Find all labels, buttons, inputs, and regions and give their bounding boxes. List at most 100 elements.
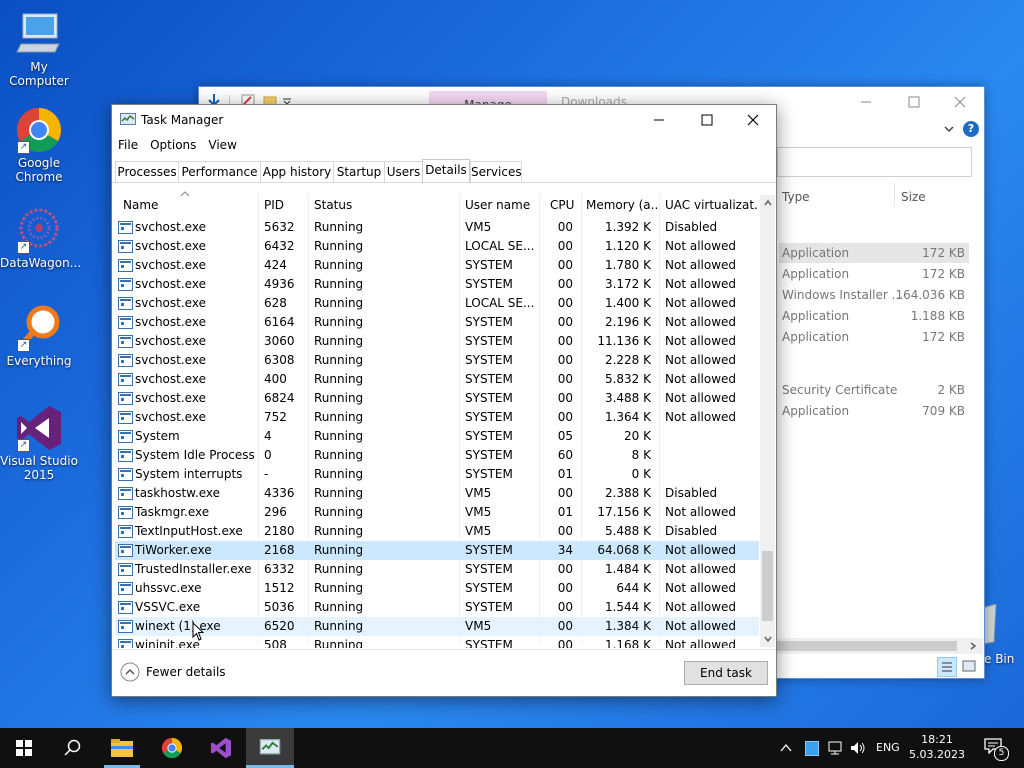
table-row[interactable]: svchost.exe 424 Running SYSTEM 00 1.780 K Not … [115,256,759,275]
list-item[interactable]: Application 172 KB [779,243,969,263]
table-row[interactable]: System interrupts - Running SYSTEM 01 0 K [115,465,759,484]
list-item[interactable]: Application 709 KB [779,401,969,421]
column-header-type[interactable]: Type [782,190,810,204]
language-indicator[interactable]: ENG [876,728,900,768]
table-row[interactable]: wininit.exe 508 Running SYSTEM 00 1.168 K Not … [115,636,759,648]
list-item[interactable]: Application 1.188 KB [779,306,969,326]
menu-options[interactable]: Options [144,135,202,155]
cell-uac: Disabled [665,220,718,234]
table-row[interactable]: TextInputHost.exe 2180 Running VM5 00 5.488 K… [115,522,759,541]
table-row[interactable]: svchost.exe 6308 Running SYSTEM 00 2.228 K Not… [115,351,759,370]
taskbar-task-manager[interactable] [246,728,294,768]
taskbar-file-explorer[interactable] [98,728,146,768]
cell-uac: Not allowed [665,239,737,253]
table-row[interactable]: TrustedInstaller.exe 6332 Running SYSTEM 00 1… [115,560,759,579]
help-icon[interactable]: ? [963,121,979,137]
tab-processes[interactable]: Processes [115,161,179,182]
table-row[interactable]: svchost.exe 4936 Running SYSTEM 00 3.172 K Not… [115,275,759,294]
clock[interactable]: 18:21 5.03.2023 [900,731,974,765]
process-icon [118,563,133,576]
search-input[interactable] [777,147,972,177]
tray-app-icon[interactable] [805,741,819,756]
column-header-pid[interactable]: PID [264,193,308,218]
titlebar[interactable]: Task Manager [112,105,776,135]
process-icon [118,278,133,291]
desktop-icon-my-computer[interactable]: My Computer [0,10,78,88]
close-icon[interactable] [746,113,760,127]
minimize-icon[interactable] [652,113,666,127]
column-header-memory[interactable]: Memory (a... [586,193,658,218]
column-header-status[interactable]: Status [314,193,454,218]
table-row[interactable]: svchost.exe 3060 Running SYSTEM 00 11.136 K No… [115,332,759,351]
shortcut-arrow-icon: ↗ [17,339,30,352]
chevron-down-icon[interactable] [943,123,955,135]
table-row[interactable]: svchost.exe 400 Running SYSTEM 00 5.832 K Not … [115,370,759,389]
column-header-uac[interactable]: UAC virtualizat... [665,193,759,218]
tab-details[interactable]: Details [422,159,470,184]
maximize-icon[interactable] [700,113,714,127]
cell-name: svchost.exe [135,239,206,253]
table-row[interactable]: Taskmgr.exe 296 Running VM5 01 17.156 K Not al… [115,503,759,522]
table-row[interactable]: svchost.exe 752 Running SYSTEM 00 1.364 K Not … [115,408,759,427]
tab-users[interactable]: Users [384,161,423,182]
cell-user: LOCAL SE... [465,296,535,310]
chevron-down-icon[interactable] [764,635,772,643]
desktop-icon-recycle-bin[interactable]: e Bin [982,604,1022,668]
close-icon[interactable] [953,95,967,109]
table-row[interactable]: svchost.exe 628 Running LOCAL SE... 00 1.400 … [115,294,759,313]
list-item[interactable]: Application 172 KB [779,264,969,284]
search-button[interactable] [48,728,96,768]
chevron-right-icon[interactable] [969,642,977,650]
large-icons-view-button[interactable] [961,658,977,674]
desktop-icon-label: Everything [6,354,72,368]
tab-services[interactable]: Services [470,161,522,182]
column-header-size[interactable]: Size [901,190,926,204]
tab-startup[interactable]: Startup [333,161,385,182]
minimize-icon[interactable] [859,95,873,109]
desktop-icon-visual-studio[interactable]: ↗ Visual Studio 2015 [0,404,78,482]
network-icon[interactable] [828,740,844,756]
list-item[interactable]: Windows Installer ... 164.036 KB [779,285,969,305]
scrollbar-thumb[interactable] [777,641,957,651]
table-row[interactable]: svchost.exe 5632 Running VM5 00 1.392 K Disabl… [115,218,759,237]
column-header-cpu[interactable]: CPU [550,193,580,218]
cell-user: SYSTEM [465,372,513,386]
list-item[interactable]: Application 172 KB [779,327,969,347]
desktop-icon-google-chrome[interactable]: ↗ Google Chrome [0,106,78,184]
table-row[interactable]: uhssvc.exe 1512 Running SYSTEM 00 644 K Not al… [115,579,759,598]
start-button[interactable] [0,728,48,768]
details-view-button[interactable] [937,657,957,677]
table-row[interactable]: System 4 Running SYSTEM 05 20 K [115,427,759,446]
menu-file[interactable]: File [112,135,144,155]
chevron-up-icon[interactable] [764,199,772,207]
table-row[interactable]: svchost.exe 6164 Running SYSTEM 00 2.196 K Not… [115,313,759,332]
tab-app-history[interactable]: App history [260,161,334,182]
menu-view[interactable]: View [202,135,242,155]
table-row[interactable]: taskhostw.exe 4336 Running VM5 00 2.388 K Disa… [115,484,759,503]
task-manager-window[interactable]: Task Manager File Options View Processes P… [111,104,777,697]
end-task-button[interactable]: End task [684,661,768,685]
horizontal-scrollbar[interactable] [777,638,983,654]
list-item[interactable]: Security Certificate 2 KB [779,380,969,400]
cell-pid: 0 [264,448,272,462]
volume-icon[interactable] [850,740,866,756]
taskbar-visual-studio[interactable] [197,728,245,768]
column-header-name[interactable]: Name [123,193,253,218]
column-header-user-name[interactable]: User name [465,193,543,218]
chevron-up-icon[interactable] [780,742,792,754]
action-center-button[interactable]: 5 [984,738,1009,761]
vertical-scrollbar[interactable] [760,195,775,647]
table-row[interactable]: winext (1).exe 6520 Running VM5 00 1.384 K Not… [115,617,759,636]
table-row[interactable]: System Idle Process 0 Running SYSTEM 60 8 K [115,446,759,465]
table-row[interactable]: TiWorker.exe 2168 Running SYSTEM 34 64.068 K N… [115,541,759,560]
tab-performance[interactable]: Performance [178,161,261,182]
cell-cpu: 00 [557,600,573,614]
table-row[interactable]: svchost.exe 6432 Running LOCAL SE... 00 1.120… [115,237,759,256]
table-row[interactable]: VSSVC.exe 5036 Running SYSTEM 00 1.544 K Not a… [115,598,759,617]
scrollbar-thumb[interactable] [762,551,773,621]
desktop-icon-datawagon[interactable]: ↗ DataWagon... [0,206,81,270]
table-row[interactable]: svchost.exe 6824 Running SYSTEM 00 3.488 K Not… [115,389,759,408]
taskbar-chrome[interactable] [148,728,196,768]
desktop-icon-everything[interactable]: ↗ Everything [0,304,78,368]
maximize-icon[interactable] [907,95,921,109]
